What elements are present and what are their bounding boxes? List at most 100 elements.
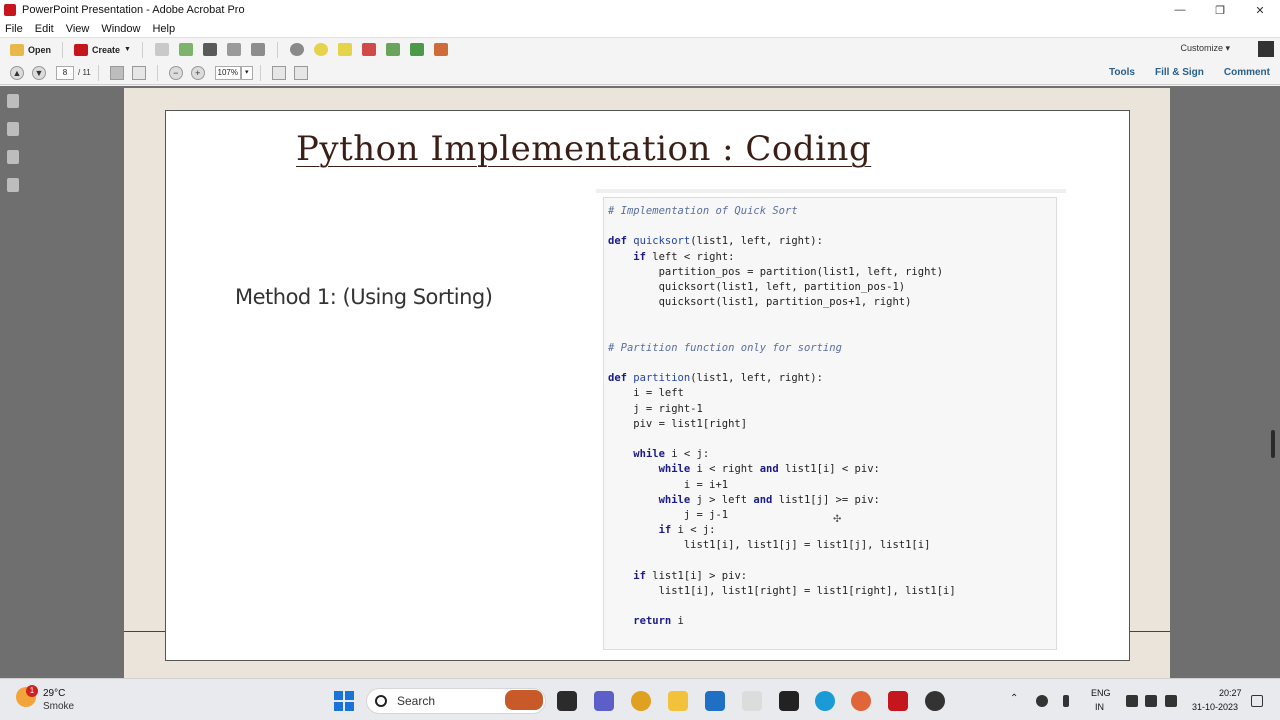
email-icon[interactable] xyxy=(250,43,265,56)
zoom-out-icon[interactable]: − xyxy=(168,65,183,80)
comment-bubble-icon[interactable] xyxy=(313,43,328,56)
settings-gear-icon[interactable] xyxy=(289,43,304,56)
pages-icon[interactable] xyxy=(7,94,19,108)
menu-view[interactable]: View xyxy=(66,23,90,35)
microphone-icon[interactable] xyxy=(1063,695,1069,707)
next-page-icon[interactable]: ▼ xyxy=(32,65,46,80)
toolbar-expand-icon[interactable] xyxy=(1258,41,1274,57)
hand-tool-icon[interactable] xyxy=(131,65,146,80)
region-indicator[interactable]: IN xyxy=(1095,702,1104,712)
cloud-icon[interactable] xyxy=(1036,695,1048,707)
create-button[interactable]: Create ▼ xyxy=(70,40,135,60)
amazon-icon[interactable] xyxy=(742,691,762,711)
acrobat-icon xyxy=(4,4,16,16)
save-icon[interactable] xyxy=(154,43,169,56)
title-bar: PowerPoint Presentation - Adobe Acrobat … xyxy=(0,0,1280,20)
menu-edit[interactable]: Edit xyxy=(35,23,54,35)
slide: Python Implementation : Coding Method 1:… xyxy=(165,110,1130,661)
vertical-scrollbar[interactable] xyxy=(1266,86,1280,678)
notification-bell-icon[interactable] xyxy=(1251,695,1263,707)
previous-page-icon[interactable]: ▲ xyxy=(10,65,24,80)
combine-icon[interactable] xyxy=(409,43,424,56)
cursor-icon: ✣ xyxy=(833,514,842,525)
tools-link[interactable]: Tools xyxy=(1109,67,1135,78)
zoom-dropdown-icon[interactable]: ▾ xyxy=(240,65,253,80)
acrobat-taskbar-icon[interactable] xyxy=(888,691,908,711)
page-total: / 11 xyxy=(78,68,91,77)
toolbar-divider xyxy=(62,41,64,58)
signatures-icon[interactable] xyxy=(7,150,19,164)
chrome-icon[interactable] xyxy=(631,691,651,711)
create-pdf-icon xyxy=(74,43,89,56)
code-line: list1[i], list1[right] = list1[right], l… xyxy=(608,585,956,597)
navigation-toolbar: ▲ ▼ 8 / 11 − + 107% ▾ Tools Fill & Sign … xyxy=(0,61,1280,85)
clock-date[interactable]: 31-10-2023 xyxy=(1192,702,1238,712)
menu-help[interactable]: Help xyxy=(152,23,175,35)
teams-icon[interactable] xyxy=(594,691,614,711)
scrollbar-thumb[interactable] xyxy=(1271,430,1275,458)
clock-time[interactable]: 20:27 xyxy=(1219,688,1242,698)
minimize-button[interactable]: — xyxy=(1160,0,1200,20)
task-view-icon[interactable] xyxy=(557,691,577,711)
obs-icon[interactable] xyxy=(925,691,945,711)
zoom-in-icon[interactable]: + xyxy=(190,65,205,80)
toolbar-divider xyxy=(156,64,158,81)
create-label: Create xyxy=(92,44,121,55)
edge-icon[interactable] xyxy=(815,691,835,711)
highlight-icon[interactable] xyxy=(337,43,352,56)
battery-icon[interactable] xyxy=(1165,695,1177,707)
redact-icon[interactable] xyxy=(361,43,376,56)
code-line: partition_pos = partition(list1, left, r… xyxy=(608,265,944,278)
upload-cloud-icon[interactable] xyxy=(178,43,193,56)
main-toolbar: Open Create ▼ Customize ▾ xyxy=(0,37,1280,61)
menu-window[interactable]: Window xyxy=(101,23,140,35)
open-label: Open xyxy=(28,44,52,55)
form-icon[interactable] xyxy=(433,43,448,56)
code-box-shadow xyxy=(596,189,1066,193)
document-viewport[interactable]: Python Implementation : Coding Method 1:… xyxy=(26,86,1266,678)
chevron-up-icon[interactable]: ⌃ xyxy=(1010,693,1018,704)
wifi-icon[interactable] xyxy=(1126,695,1138,707)
menu-file[interactable]: File xyxy=(5,23,23,35)
comment-link[interactable]: Comment xyxy=(1224,67,1270,78)
dropbox-icon[interactable] xyxy=(779,691,799,711)
fill-sign-link[interactable]: Fill & Sign xyxy=(1155,67,1204,78)
toolbar-divider xyxy=(97,64,99,81)
bookmarks-icon[interactable] xyxy=(7,122,19,136)
code-line: i = left xyxy=(608,387,684,400)
full-screen-icon[interactable] xyxy=(293,65,308,80)
temperature: 29°C xyxy=(43,688,66,699)
file-explorer-icon[interactable] xyxy=(668,691,688,711)
store-icon[interactable] xyxy=(705,691,725,711)
firefox-icon[interactable] xyxy=(851,691,871,711)
code-line: if list1[i] > piv: xyxy=(633,569,748,582)
windows-start-icon[interactable] xyxy=(334,691,354,711)
attachments-icon[interactable] xyxy=(7,178,19,192)
left-navigation-pane xyxy=(0,86,26,678)
folder-icon xyxy=(10,43,24,56)
chevron-down-icon: ▼ xyxy=(124,46,131,53)
code-line: quicksort(list1, left, partition_pos-1) xyxy=(608,281,906,293)
weather-badge: 1 xyxy=(26,685,38,697)
customize-dropdown[interactable]: Customize ▾ xyxy=(1180,43,1230,54)
zoom-level-input[interactable]: 107% xyxy=(214,65,241,80)
print-icon[interactable] xyxy=(202,43,217,56)
edit-icon[interactable] xyxy=(226,43,241,56)
fit-page-icon[interactable] xyxy=(271,65,286,80)
code-line: quicksort(list1, partition_pos+1, right) xyxy=(608,296,912,309)
select-tool-icon[interactable] xyxy=(109,65,124,80)
restore-button[interactable]: ❐ xyxy=(1200,0,1240,20)
export-icon[interactable] xyxy=(385,43,400,56)
code-line: list1[i], list1[j] = list1[j], list1[i] xyxy=(608,539,931,552)
code-line: while j > left and list1[j] >= piv: xyxy=(658,493,880,506)
page-number-input[interactable]: 8 xyxy=(56,65,74,80)
toolbar-divider xyxy=(276,41,278,58)
code-line: i = i+1 xyxy=(608,478,729,491)
close-button[interactable]: ✕ xyxy=(1240,0,1280,20)
code-line: piv = list1[right] xyxy=(608,417,748,430)
code-line: def partition(list1, left, right): xyxy=(608,372,823,385)
open-button[interactable]: Open xyxy=(6,40,55,60)
code-line: while i < right and list1[i] < piv: xyxy=(658,463,880,476)
volume-icon[interactable] xyxy=(1145,695,1157,707)
language-indicator[interactable]: ENG xyxy=(1091,688,1111,698)
